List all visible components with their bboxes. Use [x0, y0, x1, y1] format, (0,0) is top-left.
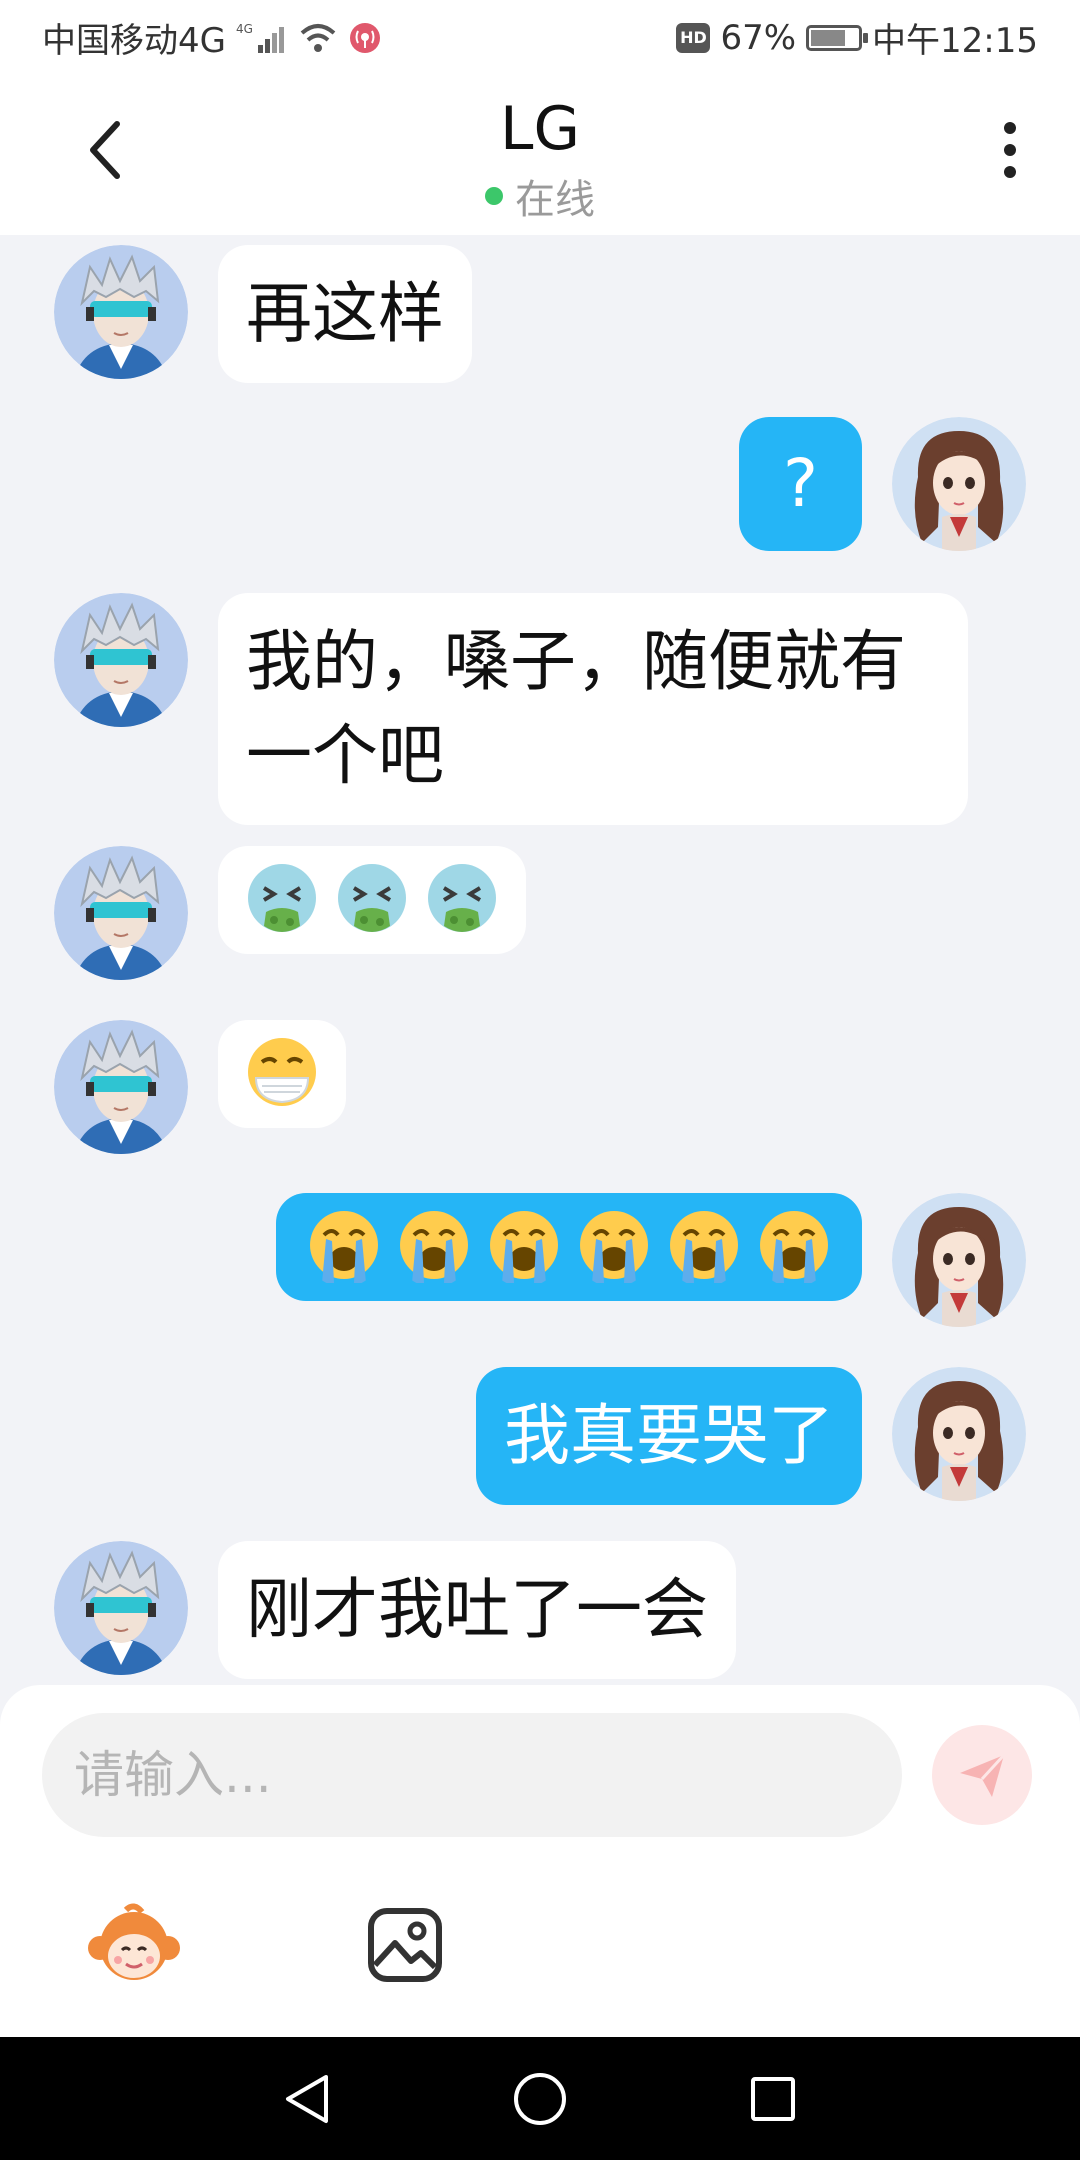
more-dot	[1004, 122, 1016, 134]
send-button[interactable]	[932, 1725, 1032, 1825]
composer	[0, 1685, 1080, 2037]
self-avatar[interactable]	[892, 417, 1026, 551]
image-icon	[368, 1908, 442, 1982]
message-bubble[interactable]	[218, 846, 526, 954]
message-bubble[interactable]	[218, 1020, 346, 1128]
online-label: 在线	[515, 177, 595, 223]
message-bubble[interactable]: 我真要哭了	[476, 1367, 862, 1505]
message-outgoing	[276, 1193, 1026, 1327]
contact-name: LG	[500, 94, 580, 164]
back-triangle-icon	[285, 2074, 328, 2123]
more-dot	[1004, 144, 1016, 156]
online-dot	[485, 187, 503, 205]
self-avatar[interactable]	[892, 1367, 1026, 1501]
signal-icon: 4G	[236, 22, 284, 53]
contact-avatar[interactable]	[54, 245, 188, 379]
message-bubble[interactable]: 再这样	[218, 245, 472, 383]
message-input[interactable]	[42, 1713, 902, 1837]
message-incoming: 我的，嗓子，随便就有一个吧	[54, 593, 968, 825]
message-bubble[interactable]: 刚才我吐了一会	[218, 1541, 736, 1679]
message-list[interactable]: 再这样 ? 我的，嗓子，随便就有一个吧 我真要哭了 刚才我吐了一会	[0, 235, 1080, 1685]
system-nav-bar	[0, 2037, 1080, 2160]
crying-face-icon	[754, 1207, 834, 1287]
carrier-label: 中国移动4G	[42, 21, 226, 61]
hotspot-icon	[349, 22, 380, 53]
battery-icon	[806, 24, 869, 51]
emoji-row	[304, 1207, 834, 1287]
self-avatar[interactable]	[892, 1193, 1026, 1327]
battery-fill	[811, 29, 845, 46]
message-incoming: 再这样	[54, 245, 472, 383]
status-left: 中国移动4G 4G	[42, 13, 382, 62]
emoji-row	[242, 860, 502, 940]
crying-face-icon	[484, 1207, 564, 1287]
chat-header: LG 在线	[0, 75, 1080, 235]
crying-face-icon	[664, 1207, 744, 1287]
monkey-sticker-icon	[88, 1903, 180, 1980]
clock: 中午12:15	[872, 21, 1038, 61]
status-bar: 中国移动4G 4G HD 67% 中午12:15	[0, 0, 1080, 75]
home-circle-icon	[513, 2072, 566, 2125]
message-outgoing: 我真要哭了	[476, 1367, 1026, 1505]
message-bubble[interactable]: ?	[738, 417, 862, 551]
recents-square-icon	[751, 2076, 796, 2121]
message-incoming: 刚才我吐了一会	[54, 1541, 736, 1679]
status-right: HD 67% 中午12:15	[676, 13, 1038, 62]
contact-avatar[interactable]	[54, 593, 188, 727]
vomiting-face-icon	[242, 860, 322, 940]
crying-face-icon	[394, 1207, 474, 1287]
nav-recents-button[interactable]	[733, 2059, 813, 2139]
more-options-button[interactable]	[990, 115, 1030, 185]
message-incoming	[54, 846, 526, 980]
nav-back-button[interactable]	[267, 2059, 347, 2139]
message-bubble[interactable]: 我的，嗓子，随便就有一个吧	[218, 593, 968, 825]
online-status: 在线	[485, 167, 595, 225]
contact-avatar[interactable]	[54, 1020, 188, 1154]
more-dot	[1004, 166, 1016, 178]
hd-badge: HD	[676, 22, 711, 53]
contact-avatar[interactable]	[54, 846, 188, 980]
crying-face-icon	[574, 1207, 654, 1287]
mask-face-icon	[242, 1034, 322, 1114]
crying-face-icon	[304, 1207, 384, 1287]
message-bubble[interactable]	[276, 1193, 862, 1301]
title-wrap: LG 在线	[0, 91, 1080, 225]
battery-percent: 67%	[720, 17, 797, 58]
nav-home-button[interactable]	[500, 2059, 580, 2139]
svg-text:4G: 4G	[236, 22, 253, 36]
send-icon	[960, 1753, 1006, 1797]
contact-avatar[interactable]	[54, 1541, 188, 1675]
message-incoming	[54, 1020, 346, 1154]
message-outgoing: ?	[738, 417, 1026, 551]
image-button[interactable]	[355, 1895, 455, 1995]
emoji-row	[242, 1034, 322, 1114]
vomiting-face-icon	[422, 860, 502, 940]
sticker-button[interactable]	[84, 1895, 184, 1995]
wifi-icon	[300, 23, 336, 52]
vomiting-face-icon	[332, 860, 412, 940]
